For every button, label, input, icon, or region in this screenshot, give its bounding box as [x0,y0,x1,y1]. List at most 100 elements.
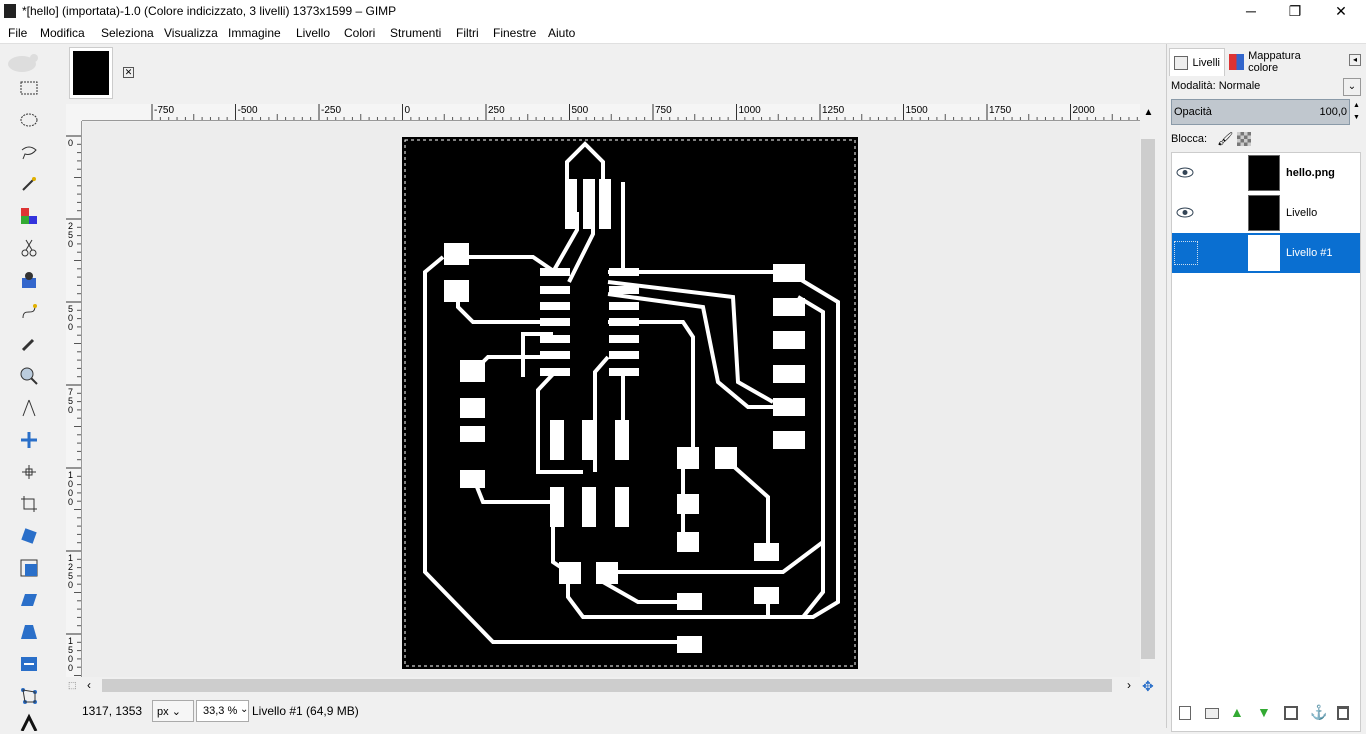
minimize-button[interactable]: ─ [1228,0,1274,22]
eye-icon[interactable] [1176,167,1194,178]
menu-livello[interactable]: Livello [296,26,330,40]
lock-pixels-brush-icon[interactable]: 🖌 [1217,131,1234,147]
horizontal-ruler[interactable]: -750 -500 -250 0 250 500 750 1000 1250 1500 1750 20… [82,104,1140,121]
ruler-label: 500 [572,105,589,116]
eye-icon[interactable] [1176,207,1194,218]
tab-colormap[interactable]: Mappatura colore [1225,48,1333,76]
layer-row-livello-1[interactable]: Livello #1 [1172,233,1360,273]
navigate-icon[interactable]: ✥ [1142,679,1156,693]
new-layer-group-icon[interactable] [1205,708,1219,719]
ruler-label: -250 [321,105,341,116]
foreground-select-icon[interactable] [17,268,41,292]
paths-icon[interactable] [17,300,41,324]
maximize-button[interactable]: ❐ [1272,0,1318,22]
flip-icon[interactable] [17,652,41,676]
image-canvas[interactable] [83,122,1140,677]
image-tab-thumbnail[interactable] [69,47,113,99]
title-bar: *[hello] (importata)-1.0 (Colore indiciz… [0,0,1366,22]
menu-colori[interactable]: Colori [344,26,375,40]
menu-finestre[interactable]: Finestre [493,26,536,40]
move-icon[interactable] [17,428,41,452]
zoom-icon[interactable] [17,364,41,388]
gimp-app-icon [4,4,16,18]
scale-icon[interactable] [17,556,41,580]
scissors-select-icon[interactable] [17,236,41,260]
tab-layers-label: Livelli [1192,56,1220,69]
mode-label: Modalità: [1171,80,1216,92]
close-button[interactable]: ✕ [1318,0,1364,22]
opacity-slider[interactable]: Opacità 100,0 [1171,99,1350,125]
raise-layer-icon[interactable]: ▲ [1230,704,1244,720]
layers-list[interactable]: hello.png Livello Livello #1 [1171,152,1361,732]
opacity-value[interactable]: 100,0 [1319,106,1347,118]
vertical-ruler[interactable]: 0250500750100012501500 [66,121,82,677]
ruler-label: 1000 [739,105,762,116]
cage-icon[interactable] [17,684,41,708]
fuzzy-select-icon[interactable] [17,172,41,196]
layer-thumbnail [1248,235,1280,271]
ruler-label: 0 [68,663,73,673]
mode-value[interactable]: Normale [1219,80,1261,92]
pointer-coordinates: 1317, 1353 [82,704,143,718]
menu-seleziona[interactable]: Seleziona [101,26,154,40]
ruler-label: 0 [68,138,73,148]
ellipse-select-icon[interactable] [17,108,41,132]
ruler-label: 0 [68,322,73,332]
duplicate-layer-icon[interactable] [1284,706,1298,720]
crop-icon[interactable] [17,492,41,516]
menu-strumenti[interactable]: Strumenti [390,26,441,40]
scroll-left-arrow[interactable]: ‹ [87,678,91,692]
color-select-icon[interactable] [17,204,41,228]
layer-name: Livello [1286,207,1318,219]
lower-layer-icon[interactable]: ▼ [1257,704,1271,720]
rect-select-icon[interactable] [17,76,41,100]
opacity-spinner[interactable]: ▲ ▼ [1352,100,1361,124]
chevron-down-icon[interactable]: ⌄ [240,704,248,715]
free-select-icon[interactable] [17,140,41,164]
layer-row-hello[interactable]: hello.png [1172,153,1360,193]
anchor-layer-icon[interactable]: ⚓ [1310,704,1327,721]
text-icon[interactable] [17,710,41,734]
menu-immagine[interactable]: Immagine [228,26,281,40]
perspective-icon[interactable] [17,620,41,644]
quick-mask-icon[interactable]: ⬚ [68,680,80,692]
menu-visualizza[interactable]: Visualizza [164,26,218,40]
alignment-icon[interactable] [17,460,41,484]
scroll-right-arrow[interactable]: › [1127,678,1131,692]
ruler-label: 0 [68,497,73,507]
scroll-up-arrow[interactable]: ▲ [1140,104,1157,121]
layers-dock: Livelli Mappatura colore ◂ Modalità: Nor… [1166,44,1366,732]
close-tab-icon[interactable]: ✕ [123,67,134,78]
mode-dropdown-chevron-icon[interactable]: ⌄ [1343,78,1361,96]
ruler-label: 0 [68,239,73,249]
layers-bottom-toolbar: ▲ ▼ ⚓ [1171,704,1361,726]
ruler-corner-button[interactable] [66,104,82,121]
toolbox [0,44,60,731]
layer-row-livello[interactable]: Livello [1172,193,1360,233]
measure-icon[interactable] [17,396,41,420]
rotate-icon[interactable] [17,524,41,548]
menu-filtri[interactable]: Filtri [456,26,479,40]
ruler-label: 1750 [989,105,1012,116]
new-layer-icon[interactable] [1179,706,1191,720]
unit-value: px [157,706,169,718]
color-picker-icon[interactable] [17,332,41,356]
lock-alpha-icon[interactable] [1237,132,1251,146]
horizontal-scrollbar[interactable]: ‹ › [83,677,1140,694]
ruler-label: 0 [405,105,411,116]
menu-aiuto[interactable]: Aiuto [548,26,575,40]
vertical-scrollbar[interactable] [1140,121,1157,677]
delete-layer-icon[interactable] [1337,706,1349,720]
unit-select[interactable]: px ⌄ [152,700,194,722]
active-layer-info: Livello #1 (64,9 MB) [252,704,359,718]
eye-toggle-empty[interactable] [1174,241,1198,265]
shear-icon[interactable] [17,588,41,612]
dock-menu-icon[interactable]: ◂ [1349,54,1361,66]
menu-file[interactable]: File [8,26,27,40]
pcb-image [402,137,858,669]
menu-modifica[interactable]: Modifica [40,26,85,40]
tab-layers[interactable]: Livelli [1169,48,1225,76]
menu-bar: File Modifica Seleziona Visualizza Immag… [0,22,1366,44]
layer-thumbnail [1248,155,1280,191]
opacity-label: Opacità [1174,106,1212,118]
